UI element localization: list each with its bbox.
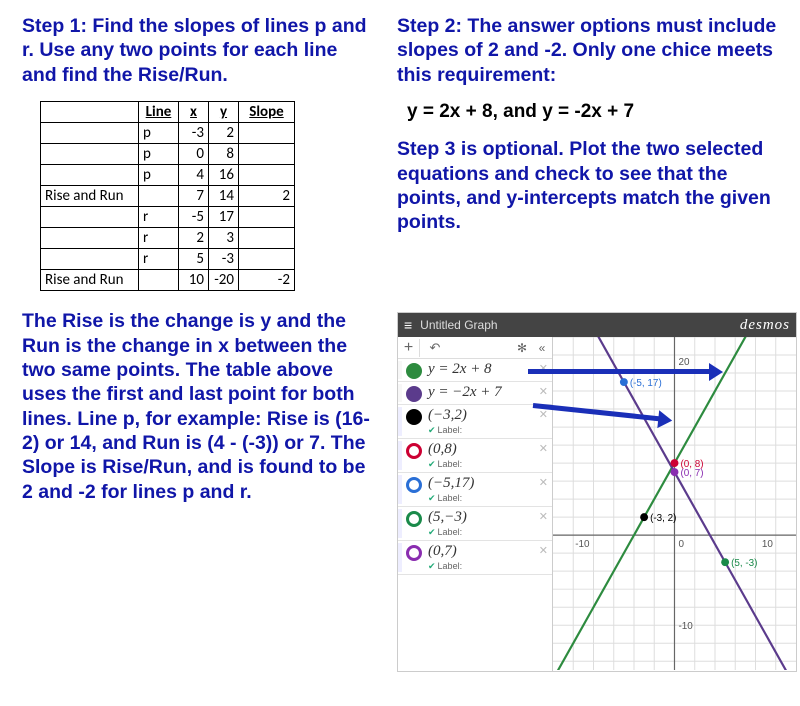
- expression-row[interactable]: (0,8) ✔Label: ✕: [398, 439, 552, 473]
- svg-text:(-3, 2): (-3, 2): [650, 513, 676, 524]
- expression-text[interactable]: (5,−3): [428, 509, 546, 526]
- close-icon[interactable]: ✕: [539, 510, 548, 523]
- svg-text:-10: -10: [575, 539, 590, 550]
- gear-icon[interactable]: ✻: [512, 341, 532, 355]
- expression-text[interactable]: y = −2x + 7: [428, 384, 546, 401]
- expression-text[interactable]: (0,7): [428, 543, 546, 560]
- svg-text:20: 20: [678, 357, 690, 368]
- expression-row[interactable]: (5,−3) ✔Label: ✕: [398, 507, 552, 541]
- close-icon[interactable]: ✕: [539, 385, 548, 398]
- close-icon[interactable]: ✕: [539, 476, 548, 489]
- label-toggle[interactable]: ✔Label:: [428, 425, 546, 436]
- series-color-icon[interactable]: [406, 545, 422, 561]
- hamburger-icon[interactable]: ≡: [404, 317, 412, 333]
- th-line: Line: [139, 102, 179, 123]
- svg-text:0: 0: [678, 539, 684, 550]
- desmos-logo: desmos: [740, 317, 790, 334]
- step1-text: Step 1: Find the slopes of lines p and r…: [22, 14, 377, 87]
- step2-text: Step 2: The answer options must include …: [397, 14, 786, 87]
- desmos-titlebar: ≡ Untitled Graph desmos: [398, 313, 796, 337]
- expression-row[interactable]: (0,7) ✔Label: ✕: [398, 541, 552, 575]
- table-row: r23: [41, 228, 295, 249]
- close-icon[interactable]: ✕: [539, 408, 548, 421]
- graph-svg: -1010-10020(-5, 17)(0, 8)(0, 7)(-3, 2)(5…: [553, 337, 796, 670]
- th-x: x: [179, 102, 209, 123]
- expression-row[interactable]: (−5,17) ✔Label: ✕: [398, 473, 552, 507]
- series-color-icon[interactable]: [406, 409, 422, 425]
- th-y: y: [209, 102, 239, 123]
- svg-text:(5, -3): (5, -3): [731, 558, 757, 569]
- expression-text[interactable]: (−5,17): [428, 475, 546, 492]
- table-row: r5-3: [41, 249, 295, 270]
- series-color-icon[interactable]: [406, 477, 422, 493]
- expression-row[interactable]: (−3,2) ✔Label: ✕: [398, 405, 552, 439]
- desmos-app: ≡ Untitled Graph desmos + ↶ ✻ « y = 2x +…: [397, 312, 797, 672]
- step3-text: Step 3 is optional. Plot the two selecte…: [397, 137, 786, 235]
- panel-toolbar: + ↶ ✻ «: [398, 337, 552, 359]
- table-row: p416: [41, 165, 295, 186]
- table-row: Rise and Run7142: [41, 186, 295, 207]
- label-toggle[interactable]: ✔Label:: [428, 459, 546, 470]
- svg-text:(0, 7): (0, 7): [680, 468, 703, 479]
- expression-text[interactable]: (−3,2): [428, 407, 546, 424]
- th-slope: Slope: [239, 102, 295, 123]
- close-icon[interactable]: ✕: [539, 442, 548, 455]
- expression-panel: + ↶ ✻ « y = 2x + 8 ✕ y = −2x + 7 ✕ (−3,2…: [398, 337, 553, 671]
- label-toggle[interactable]: ✔Label:: [428, 493, 546, 504]
- svg-text:-10: -10: [678, 621, 693, 632]
- slope-table: Line x y Slope p-32 p08 p416 Rise and Ru…: [40, 101, 295, 291]
- graph-title[interactable]: Untitled Graph: [420, 318, 740, 332]
- svg-text:(-5, 17): (-5, 17): [630, 378, 662, 389]
- table-row: Rise and Run10-20-2: [41, 270, 295, 291]
- arrow-icon: [528, 369, 713, 374]
- add-expression-button[interactable]: +: [398, 339, 420, 357]
- answer-text: y = 2x + 8, and y = -2x + 7: [407, 101, 786, 123]
- series-color-icon[interactable]: [406, 386, 422, 402]
- expression-row[interactable]: y = −2x + 7 ✕: [398, 382, 552, 405]
- svg-text:10: 10: [762, 539, 774, 550]
- series-color-icon[interactable]: [406, 363, 422, 379]
- explain-text: The Rise is the change is y and the Run …: [22, 309, 377, 504]
- th-blank: [41, 102, 139, 123]
- expression-text[interactable]: (0,8): [428, 441, 546, 458]
- collapse-panel-button[interactable]: «: [532, 341, 552, 355]
- table-row: r-517: [41, 207, 295, 228]
- label-toggle[interactable]: ✔Label:: [428, 527, 546, 538]
- close-icon[interactable]: ✕: [539, 544, 548, 557]
- table-row: p08: [41, 144, 295, 165]
- undo-button[interactable]: ↶: [420, 340, 450, 356]
- graph-area[interactable]: -1010-10020(-5, 17)(0, 8)(0, 7)(-3, 2)(5…: [553, 337, 796, 671]
- series-color-icon[interactable]: [406, 511, 422, 527]
- table-row: p-32: [41, 123, 295, 144]
- label-toggle[interactable]: ✔Label:: [428, 561, 546, 572]
- series-color-icon[interactable]: [406, 443, 422, 459]
